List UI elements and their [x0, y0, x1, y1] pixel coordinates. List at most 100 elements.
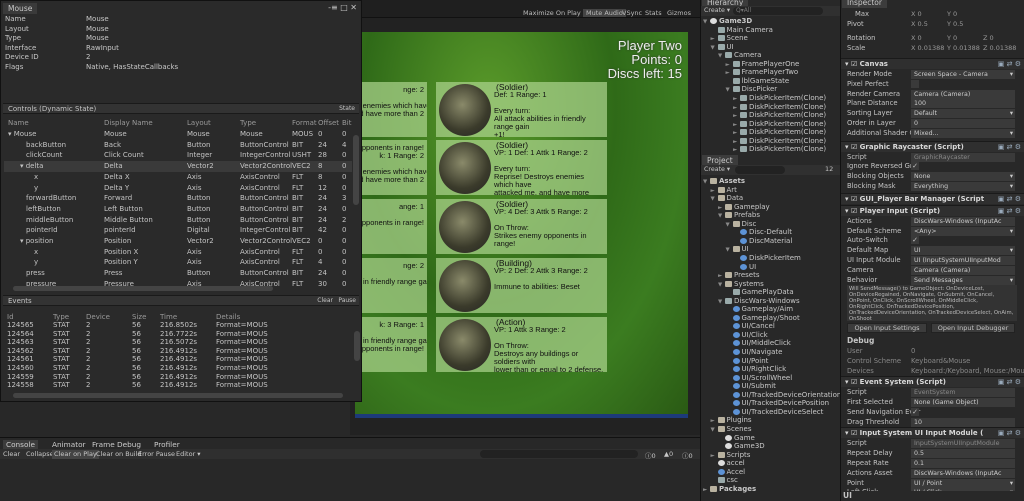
events-clear-button[interactable]: Clear: [317, 297, 333, 304]
tab-mouse[interactable]: Mouse: [3, 3, 38, 14]
console-search-input[interactable]: [480, 450, 638, 458]
tree-item[interactable]: ► Scripts: [711, 451, 751, 460]
tree-item[interactable]: ► Plugins: [711, 416, 752, 425]
tree-item[interactable]: ► FramePlayerOne: [726, 60, 800, 69]
collapse-arrow-icon[interactable]: ►: [733, 122, 740, 128]
event-row[interactable]: 124558 STAT 2 56 216.4912s Format=MOUS: [4, 381, 352, 390]
control-row[interactable]: x Position X Axis AxisControl FLT 0 0: [4, 247, 352, 258]
expand-arrow-icon[interactable]: ▼: [726, 247, 733, 253]
tree-item[interactable]: UI/Navigate: [726, 348, 782, 357]
object-field[interactable]: UI (InputSystemUIInputMod: [911, 256, 1015, 265]
control-row[interactable]: backButton Back Button ButtonControl BIT 24 4: [4, 140, 352, 151]
control-row[interactable]: forwardButton Forward Button ButtonControl B…: [4, 193, 352, 204]
tree-item[interactable]: ▼ DiscPicker: [726, 85, 778, 94]
collapse-arrow-icon[interactable]: ►: [733, 147, 740, 153]
tree-item[interactable]: UI/Submit: [726, 382, 776, 391]
collapse-arrow-icon[interactable]: ►: [726, 62, 733, 68]
column-header[interactable]: Name: [8, 119, 29, 127]
tree-item[interactable]: ► DiskPickerItem(Clone): [733, 103, 826, 112]
open-input-debugger-button[interactable]: Open Input Debugger: [931, 323, 1015, 334]
tree-item[interactable]: UI/TrackedDeviceSelect: [726, 408, 823, 417]
column-header[interactable]: Display Name: [104, 119, 153, 127]
expand-arrow-icon[interactable]: ▼: [718, 299, 725, 305]
console-warning-count[interactable]: ▲0: [662, 450, 675, 459]
column-header[interactable]: Device: [86, 313, 110, 321]
component-header-uimodule[interactable]: ▾ ☑ Input System UI Input Module (▣ ⇄ ⚙: [841, 427, 1024, 439]
tree-item[interactable]: ► Presets: [718, 271, 759, 280]
dropdown[interactable]: Screen Space - Camera: [911, 70, 1015, 79]
vector-field[interactable]: X 0: [911, 34, 922, 42]
project-create-button[interactable]: Create ▾: [704, 166, 730, 173]
dropdown[interactable]: Everything: [911, 182, 1015, 191]
vector-field[interactable]: Y 0.01388: [947, 44, 980, 52]
object-field[interactable]: DiscWars-Windows (InputAc: [911, 216, 1015, 226]
column-header[interactable]: Layout: [187, 119, 211, 127]
tree-item[interactable]: ▼ Prefabs: [718, 211, 760, 220]
column-header[interactable]: Details: [216, 313, 240, 321]
tab-frame-debug[interactable]: Frame Debug: [92, 440, 141, 449]
tree-item[interactable]: accel: [711, 459, 745, 468]
tree-item[interactable]: Gameplay/Shoot: [726, 314, 800, 323]
control-row[interactable]: x Delta X Axis AxisControl FLT 8 0: [4, 172, 352, 183]
collapse-arrow-icon[interactable]: ►: [733, 113, 740, 119]
collapse-arrow-icon[interactable]: ►: [718, 205, 725, 211]
dropdown[interactable]: Default: [911, 109, 1015, 119]
maximize-on-play-button[interactable]: Maximize On Play: [520, 9, 584, 17]
tree-item[interactable]: ▼ Disc: [726, 220, 757, 229]
dropdown[interactable]: Send Messages: [911, 275, 1015, 285]
component-settings-icon[interactable]: ▣ ⇄ ⚙: [998, 429, 1021, 437]
expand-arrow-icon[interactable]: ▼: [718, 53, 725, 59]
control-row[interactable]: pointerId pointerId Digital IntegerControl B…: [4, 225, 352, 236]
hidden-packages-count[interactable]: 12: [825, 165, 833, 173]
tree-item[interactable]: Game3D: [718, 442, 765, 451]
event-row[interactable]: 124564 STAT 2 56 216.7722s Format=MOUS: [4, 330, 352, 339]
column-header[interactable]: Type: [240, 119, 256, 127]
component-toggle-icon[interactable]: ▾ ☑: [845, 143, 860, 151]
expand-arrow-icon[interactable]: ▼: [711, 427, 718, 433]
hierarchy-create-button[interactable]: Create ▾: [704, 7, 730, 14]
tab-profiler[interactable]: Profiler: [154, 440, 180, 449]
component-toggle-icon[interactable]: ▾ ☑: [845, 195, 860, 203]
collapse-arrow-icon[interactable]: ►: [711, 453, 718, 459]
value-field[interactable]: 0: [911, 119, 1015, 128]
tree-item[interactable]: ▼ DiscWars-Windows: [718, 297, 800, 306]
object-field[interactable]: GraphicRaycaster: [911, 152, 1015, 162]
tree-item[interactable]: ▼ Game3D: [703, 17, 752, 26]
events-scrollbar-vertical[interactable]: [354, 331, 360, 361]
tree-item[interactable]: ► Art: [711, 186, 737, 195]
console-log-count[interactable]: ⓘ0: [643, 450, 658, 460]
column-header[interactable]: Format: [292, 119, 317, 127]
event-row[interactable]: 124559 STAT 2 56 216.4912s Format=MOUS: [4, 373, 352, 382]
console-editor-dropdown[interactable]: Editor ▾: [174, 450, 203, 459]
component-settings-icon[interactable]: ▣ ⇄ ⚙: [998, 60, 1021, 68]
tree-item[interactable]: UI/Point: [726, 357, 768, 366]
control-row[interactable]: clickCount Click Count Integer IntegerContr…: [4, 150, 352, 161]
unit-card[interactable]: (Soldier) VP: 4 Def: 3 Attk 5 Range: 2 On …: [436, 199, 607, 254]
control-row[interactable]: middleButton Middle Button Button ButtonCon…: [4, 215, 352, 226]
tree-item[interactable]: UI/Cancel: [726, 322, 775, 331]
component-settings-icon[interactable]: ▣ ⇄ ⚙: [998, 195, 1021, 203]
component-settings-icon[interactable]: ▣ ⇄ ⚙: [998, 207, 1021, 215]
control-row[interactable]: ▾ position Position Vector2 Vector2Control V…: [4, 236, 352, 247]
tree-item[interactable]: ▼ Assets: [703, 177, 745, 186]
component-header-canvas[interactable]: ▾ ☑ Canvas ▣ ⇄ ⚙: [841, 58, 1024, 69]
tree-item[interactable]: Accel: [711, 468, 745, 477]
expand-arrow-icon[interactable]: ▼: [711, 196, 718, 202]
vector-field[interactable]: Y 0: [947, 10, 957, 18]
value-field[interactable]: 0.5: [911, 449, 1015, 459]
collapse-arrow-icon[interactable]: ►: [733, 130, 740, 136]
checkbox[interactable]: ✓: [911, 407, 919, 416]
tree-item[interactable]: UI/ScrollWheel: [726, 374, 792, 383]
tree-item[interactable]: UI/TrackedDeviceOrientation: [726, 391, 841, 400]
tree-item[interactable]: csc: [711, 476, 738, 485]
tree-item[interactable]: lblGameState: [726, 77, 789, 86]
dropdown[interactable]: UI / Point: [911, 478, 1015, 488]
collapse-arrow-icon[interactable]: ►: [733, 105, 740, 111]
window-controls-icon[interactable]: -≡ □ ✕: [328, 3, 357, 12]
unit-card[interactable]: (Building) VP: 2 Def: 2 Attk 3 Range: 2 Im…: [436, 258, 607, 313]
object-field[interactable]: Camera (Camera): [911, 265, 1015, 275]
open-input-settings-button[interactable]: Open Input Settings: [847, 323, 927, 334]
events-scrollbar-horizontal[interactable]: [13, 393, 343, 398]
expand-arrow-icon[interactable]: ▼: [718, 282, 725, 288]
controls-scrollbar-vertical[interactable]: [353, 135, 359, 205]
